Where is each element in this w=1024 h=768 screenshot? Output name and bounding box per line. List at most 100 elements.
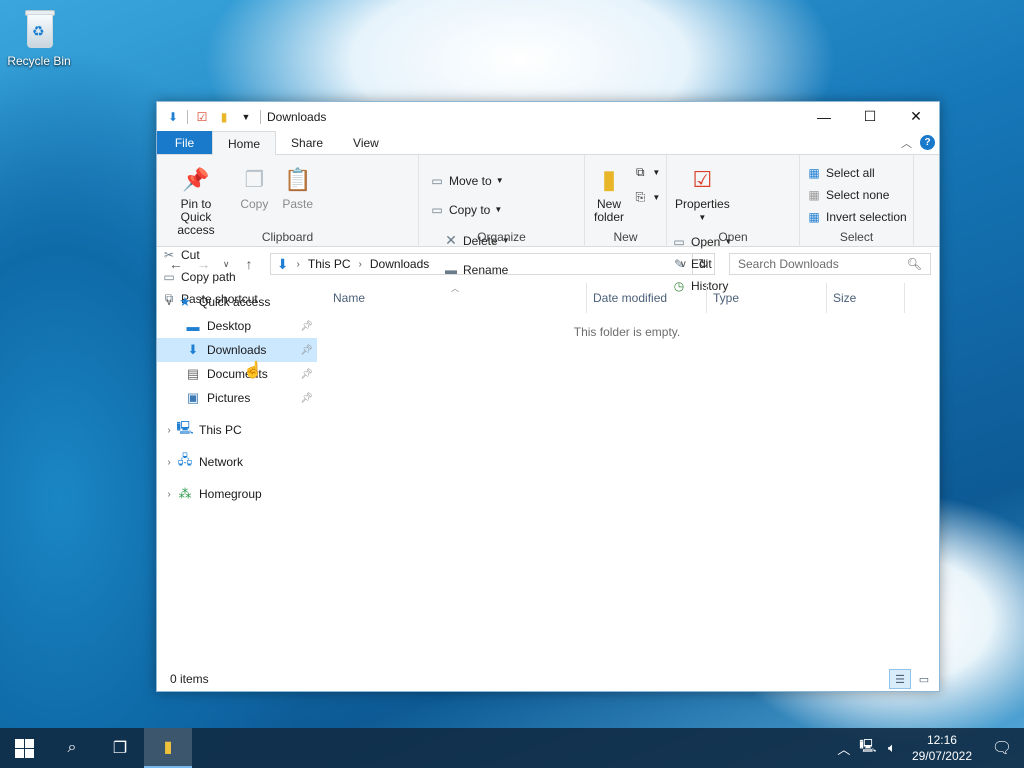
select-all-label: Select all (826, 165, 875, 180)
content-area: ∨ ★ Quick access ▬ Desktop 📌︎ ⬇ Download… (157, 283, 939, 691)
sort-arrow-icon: ︿ (451, 284, 459, 293)
recycle-bin-desktop-icon[interactable]: ♻ Recycle Bin (4, 6, 74, 68)
invert-selection-button[interactable]: ▦ Invert selection (806, 207, 906, 226)
select-none-button[interactable]: ▦ Select none (806, 185, 907, 204)
paste-button[interactable]: 📋 Paste (278, 159, 318, 215)
properties-button[interactable]: ☑ Properties ▼ (671, 159, 734, 228)
nav-quick-access[interactable]: ∨ ★ Quick access (157, 290, 317, 314)
new-folder-qat-icon[interactable]: ▮ (216, 109, 232, 125)
chevron-right-icon[interactable]: › (161, 489, 177, 500)
minimize-button[interactable]: — (801, 102, 847, 131)
new-item-button[interactable]: ⧉ ▼ (632, 163, 660, 182)
notification-icon: 🗨︎ (991, 740, 1013, 757)
empty-folder-message: This folder is empty. (573, 325, 681, 339)
taskbar: ⌕ ❐ ▮ ︿ 🖳 🔈︎ 12:16 29/07/2022 🗨︎ (0, 728, 1024, 768)
desktop-icon: ▬ (186, 318, 200, 334)
tab-file[interactable]: File (157, 131, 212, 154)
move-to-label: Move to (449, 173, 492, 188)
volume-tray-button[interactable]: 🔈︎ (880, 728, 904, 768)
copy-to-button[interactable]: ▭ Copy to ▼ (429, 200, 504, 219)
easy-access-button[interactable]: ⎘ ▼ (632, 188, 661, 207)
copy-button[interactable]: ❐ Copy (234, 159, 274, 215)
clock-date: 29/07/2022 (911, 749, 972, 763)
search-input[interactable] (737, 257, 907, 271)
help-icon[interactable]: ? (920, 135, 935, 150)
column-size[interactable]: Size (827, 283, 905, 313)
title-bar: ⬇ ☑ ▮ ▼ Downloads — ☐ ✕ (157, 102, 939, 131)
search-icon[interactable]: 🔍︎ (907, 257, 922, 271)
properties-qat-icon[interactable]: ☑ (194, 109, 210, 125)
new-folder-button[interactable]: ▮ New folder (589, 159, 629, 228)
tab-share[interactable]: Share (276, 131, 338, 154)
network-tray-icon: 🖳 (859, 738, 877, 753)
windows-logo-icon (14, 738, 34, 758)
paste-label: Paste (282, 197, 314, 211)
edit-button[interactable]: ✎ Edit (671, 254, 732, 273)
select-all-button[interactable]: ▦ Select all (806, 163, 907, 182)
search-box[interactable]: 🔍︎ (728, 253, 931, 275)
select-group: ▦ Select all ▦ Select none ▦ Invert sele… (800, 155, 914, 247)
rename-icon: ▬ (445, 262, 457, 277)
chevron-right-icon[interactable]: › (161, 457, 177, 468)
nav-desktop[interactable]: ▬ Desktop 📌︎ (157, 314, 317, 338)
tab-view[interactable]: View (338, 131, 394, 154)
tab-home[interactable]: Home (212, 131, 277, 155)
search-icon: ⌕ (67, 739, 77, 756)
hand-cursor-icon: ☝ (243, 362, 263, 379)
clock[interactable]: 12:16 29/07/2022 (904, 732, 980, 764)
search-taskbar-button[interactable]: ⌕ (48, 728, 96, 768)
nav-documents[interactable]: ▤ Documents 📌︎ (157, 362, 317, 386)
move-to-button[interactable]: ▭ Move to ▼ (429, 171, 503, 190)
cut-button[interactable]: ✂ Cut (161, 245, 258, 264)
status-bar: 0 items ☰ ▭ (157, 667, 939, 691)
chevron-right-icon[interactable]: › (161, 425, 177, 436)
file-explorer-taskbar-button[interactable]: ▮ (144, 728, 192, 768)
collapse-ribbon-icon[interactable]: ︿ (901, 135, 912, 151)
task-view-button[interactable]: ❐ (96, 728, 144, 768)
maximize-button[interactable]: ☐ (847, 102, 893, 131)
network-tray-button[interactable]: 🖳 (856, 728, 880, 768)
column-date-modified[interactable]: Date modified (587, 283, 707, 313)
breadcrumb-chevron-icon[interactable]: › (297, 259, 300, 270)
nav-label: Quick access (199, 295, 271, 309)
rename-button[interactable]: ▬ Rename (443, 260, 510, 279)
volume-muted-icon: 🔈︎ (888, 740, 896, 755)
move-to-icon: ▭ (431, 173, 443, 188)
details-view-icon: ☰ (895, 673, 905, 686)
nav-homegroup[interactable]: › ⁂ Homegroup (157, 482, 317, 506)
pin-icon: 📌︎ (300, 320, 313, 332)
chevron-up-icon: ︿ (837, 741, 851, 757)
customize-qat-icon[interactable]: ▼ (238, 109, 254, 125)
show-hidden-icons-button[interactable]: ︿ (832, 728, 856, 768)
nav-downloads[interactable]: ⬇ Downloads 📌︎ (157, 338, 317, 362)
column-headers: ︿ Name Date modified Type Size (317, 283, 939, 313)
pin-icon: 📌 (182, 166, 210, 192)
pin-to-quick-access-button[interactable]: 📌 Pin to Quick access (161, 159, 231, 241)
chevron-down-icon[interactable]: ∨ (161, 297, 177, 308)
properties-label: Properties (675, 197, 730, 211)
nav-label: Downloads (207, 343, 267, 357)
copy-to-label: Copy to (449, 202, 491, 217)
details-view-button[interactable]: ☰ (889, 669, 911, 689)
network-icon: 🖧 (177, 452, 193, 467)
select-group-label: Select (839, 230, 874, 244)
nav-pictures[interactable]: ▣ Pictures 📌︎ (157, 386, 317, 410)
breadcrumb-downloads[interactable]: Downloads (370, 257, 429, 271)
system-tray: ︿ 🖳 🔈︎ 12:16 29/07/2022 🗨︎ (832, 728, 1024, 768)
breadcrumb-this-pc[interactable]: This PC (308, 257, 351, 271)
copy-to-icon: ▭ (431, 202, 443, 217)
large-icons-view-button[interactable]: ▭ (913, 669, 935, 689)
column-type[interactable]: Type (707, 283, 827, 313)
start-button[interactable] (0, 728, 48, 768)
close-button[interactable]: ✕ (893, 102, 939, 131)
copy-path-label: Copy path (181, 269, 236, 284)
nav-network[interactable]: › 🖧 Network (157, 450, 317, 474)
new-group: ▮ New folder ⧉ ▼ ⎘ ▼ New (585, 155, 667, 247)
nav-this-pc[interactable]: › 🖳 This PC (157, 418, 317, 442)
clipboard-group: 📌 Pin to Quick access ❐ Copy 📋 Paste ✂ C… (157, 155, 419, 306)
organize-group-label: Organize (477, 230, 526, 244)
folder-icon: ▮ (601, 163, 617, 194)
breadcrumb-chevron-icon[interactable]: › (359, 259, 362, 270)
select-none-label: Select none (826, 187, 890, 202)
action-center-button[interactable]: 🗨︎ (980, 728, 1024, 768)
